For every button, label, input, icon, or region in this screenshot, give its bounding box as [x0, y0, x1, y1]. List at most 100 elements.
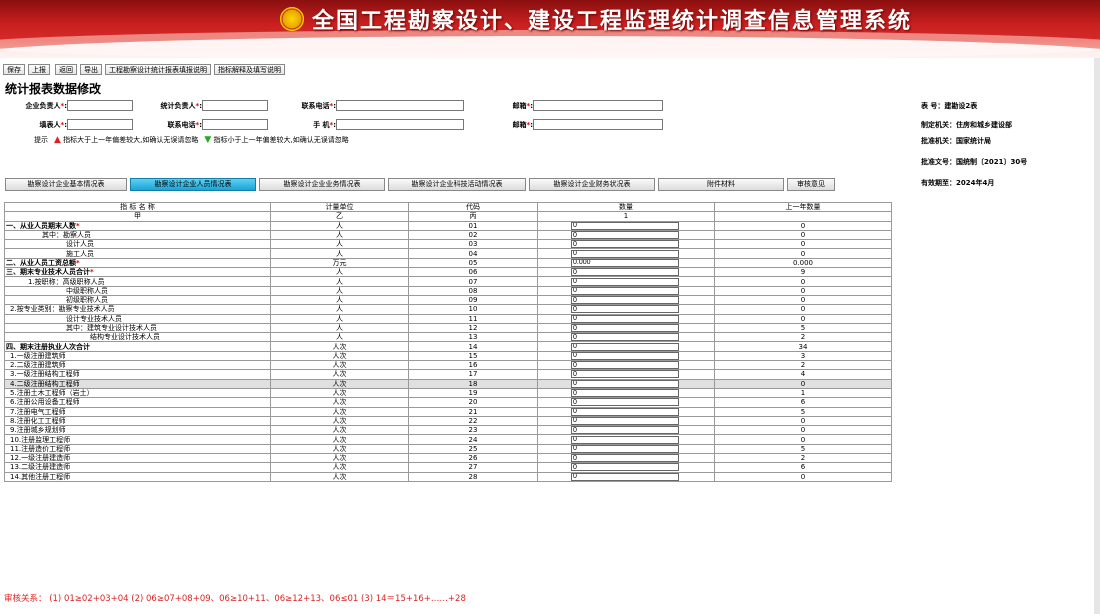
tab-tech-activity[interactable]: 勘察设计企业科技活动情况表	[388, 178, 526, 191]
quantity-input[interactable]	[571, 222, 679, 230]
table-row: 14.其他注册工程师 人次 28 0	[4, 471, 892, 482]
quantity-input[interactable]	[571, 315, 679, 323]
row-unit: 人	[270, 248, 409, 259]
table-row: 设计专业技术人员人 11 0	[4, 313, 892, 324]
quantity-input[interactable]	[571, 231, 679, 239]
row-quantity-cell	[537, 369, 715, 380]
quantity-input[interactable]	[571, 435, 679, 444]
save-button[interactable]: 保存	[3, 64, 25, 75]
table-row: 设计人员人 03 0	[4, 239, 892, 250]
export-button[interactable]: 导出	[80, 64, 102, 75]
row-code: 22	[408, 415, 538, 427]
filler-phone-input[interactable]	[202, 119, 268, 130]
page-title: 统计报表数据修改	[5, 82, 102, 96]
tab-review-opinion[interactable]: 审核意见	[787, 178, 835, 191]
quantity-input[interactable]	[571, 277, 679, 286]
required-mark: *	[90, 268, 94, 277]
row-unit: 人次	[270, 471, 409, 482]
row-unit: 人	[270, 304, 409, 315]
row-prev-quantity: 5	[714, 443, 892, 455]
quantity-input[interactable]	[571, 259, 679, 267]
quantity-input[interactable]	[571, 473, 679, 481]
row-unit: 万元	[270, 257, 409, 269]
row-prev-quantity: 2	[714, 360, 892, 371]
quantity-input[interactable]	[571, 426, 679, 434]
scrollbar-track[interactable]	[1094, 58, 1100, 614]
tab-basic-info[interactable]: 勘察设计企业基本情况表	[5, 178, 127, 191]
row-code: 21	[408, 406, 538, 417]
quantity-input[interactable]	[571, 296, 679, 304]
mobile-input[interactable]	[336, 119, 464, 130]
col-header-quantity: 数量	[537, 201, 715, 213]
subheader-prev	[714, 211, 892, 222]
quantity-input[interactable]	[571, 305, 679, 314]
quantity-input[interactable]	[571, 454, 679, 462]
quantity-input[interactable]	[571, 240, 679, 248]
row-code: 02	[408, 229, 538, 241]
quantity-input[interactable]	[571, 268, 679, 276]
quantity-input[interactable]	[571, 463, 679, 472]
quantity-input[interactable]	[571, 250, 679, 258]
email-input[interactable]	[533, 100, 663, 111]
quantity-input[interactable]	[571, 333, 679, 341]
quantity-input[interactable]	[571, 408, 679, 416]
tab-business[interactable]: 勘察设计企业业务情况表	[259, 178, 385, 191]
enterprise-head-input[interactable]	[67, 100, 133, 111]
quantity-input[interactable]	[571, 398, 679, 406]
row-prev-quantity: 6	[714, 462, 892, 473]
row-prev-quantity: 0	[714, 378, 892, 389]
row-code: 25	[408, 443, 538, 455]
row-unit: 人	[270, 229, 409, 241]
quantity-input[interactable]	[571, 287, 679, 295]
quantity-input[interactable]	[571, 342, 679, 351]
col-header-prev-quantity: 上一年数量	[714, 201, 892, 213]
col-header-code: 代码	[408, 201, 538, 213]
row-unit: 人	[270, 322, 409, 334]
table-row: 三、期末专业技术人员合计*人06 9	[4, 267, 892, 278]
quantity-input[interactable]	[571, 445, 679, 453]
row-unit: 人次	[270, 462, 409, 473]
table-row: 结构专业设计技术人员人13 2	[4, 332, 892, 343]
row-unit: 人	[270, 276, 409, 287]
row-code: 28	[408, 471, 538, 482]
filling-guide-button[interactable]: 工程勘察设计统计报表填报说明	[105, 64, 211, 75]
row-quantity-cell	[537, 248, 715, 259]
quantity-input[interactable]	[571, 361, 679, 369]
tab-finance[interactable]: 勘察设计企业财务状况表	[529, 178, 655, 191]
tab-personnel[interactable]: 勘察设计企业人员情况表	[130, 178, 256, 191]
quantity-input[interactable]	[571, 352, 679, 360]
row-quantity-cell	[537, 294, 715, 306]
contact-phone-input[interactable]	[336, 100, 464, 111]
row-quantity-cell	[537, 257, 715, 269]
table-row: 二、从业人员工资总额* 万元 05 0.000	[4, 257, 892, 269]
indicator-explanation-button[interactable]: 指标解释及填写说明	[214, 64, 285, 75]
filler-phone-label: 联系电话*:	[167, 121, 202, 129]
quantity-input[interactable]	[571, 389, 679, 397]
row-indicator-name: 其中：建筑专业设计技术人员	[4, 322, 271, 334]
row-code: 10	[408, 304, 538, 315]
row-prev-quantity: 0	[714, 415, 892, 427]
quantity-input[interactable]	[571, 324, 679, 332]
quantity-input[interactable]	[571, 370, 679, 379]
row-quantity-cell	[537, 452, 715, 464]
row-prev-quantity: 34	[714, 341, 892, 352]
tab-attachments[interactable]: 附件材料	[658, 178, 784, 191]
row-prev-quantity: 0	[714, 276, 892, 287]
row-unit: 人次	[270, 415, 409, 427]
table-row: 8.注册化工工程师 人次 22 0	[4, 415, 892, 427]
statistics-head-input[interactable]	[202, 100, 268, 111]
row-unit: 人	[270, 313, 409, 324]
row-unit: 人次	[270, 406, 409, 417]
row-quantity-cell	[537, 443, 715, 455]
filler-input[interactable]	[67, 119, 133, 130]
row-quantity-cell	[537, 360, 715, 371]
submit-button[interactable]: 上报	[28, 64, 50, 75]
back-button[interactable]: 返回	[55, 64, 77, 75]
quantity-input[interactable]	[571, 380, 679, 388]
filler-email-input[interactable]	[533, 119, 663, 130]
required-mark: *	[76, 221, 80, 230]
quantity-input[interactable]	[571, 417, 679, 425]
row-quantity-cell	[537, 239, 715, 250]
row-prev-quantity: 4	[714, 369, 892, 380]
row-quantity-cell	[537, 267, 715, 278]
